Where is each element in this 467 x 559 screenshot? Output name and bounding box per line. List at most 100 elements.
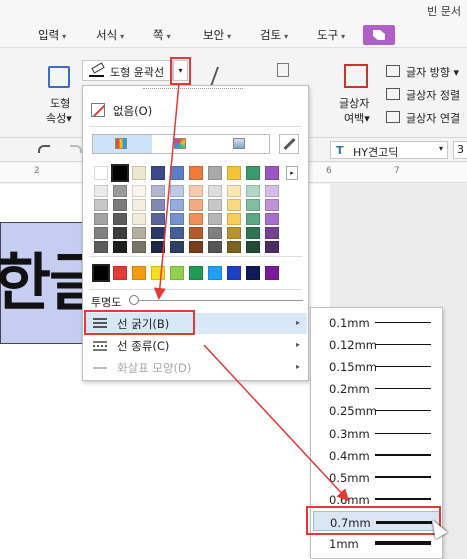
redo-icon[interactable]	[70, 145, 82, 153]
menu-tools[interactable]: 도구 ▾	[317, 27, 345, 43]
thickness-option[interactable]: 0.5mm	[313, 467, 441, 487]
shade-color-swatch[interactable]	[189, 199, 203, 211]
line-outline-button[interactable]: 도형 윤곽선	[82, 60, 173, 81]
standard-color-swatch[interactable]	[246, 266, 260, 280]
popup-grip[interactable]	[143, 88, 243, 91]
eyedropper-icon[interactable]	[279, 134, 299, 154]
tab-image-fill[interactable]	[211, 135, 270, 153]
shade-color-swatch[interactable]	[113, 227, 127, 239]
text-align-icon[interactable]	[386, 88, 400, 100]
shade-color-swatch[interactable]	[246, 185, 260, 197]
standard-color-swatch[interactable]	[113, 266, 127, 280]
shade-color-swatch[interactable]	[227, 241, 241, 253]
thickness-option[interactable]: 0.12mm	[313, 334, 441, 354]
shade-color-swatch[interactable]	[170, 199, 184, 211]
shade-color-swatch[interactable]	[189, 185, 203, 197]
menu-page[interactable]: 쪽 ▾	[153, 27, 171, 43]
shape-props-icon[interactable]	[48, 66, 70, 88]
text-link-label[interactable]: 글상자 연결	[406, 110, 460, 126]
shade-color-swatch[interactable]	[265, 199, 279, 211]
theme-color-swatch[interactable]	[111, 164, 129, 182]
shape-menu-icon[interactable]	[363, 25, 395, 45]
shade-color-swatch[interactable]	[208, 227, 222, 239]
shade-color-swatch[interactable]	[208, 199, 222, 211]
shade-color-swatch[interactable]	[132, 213, 146, 225]
shade-color-swatch[interactable]	[208, 241, 222, 253]
shade-color-swatch[interactable]	[170, 185, 184, 197]
font-size-input[interactable]: 3	[453, 141, 467, 159]
shade-color-swatch[interactable]	[151, 213, 165, 225]
menu-insert[interactable]: 입력 ▾	[38, 27, 66, 43]
shade-color-swatch[interactable]	[170, 227, 184, 239]
shade-color-swatch[interactable]	[189, 241, 203, 253]
shade-color-swatch[interactable]	[189, 227, 203, 239]
theme-color-swatch[interactable]	[151, 166, 165, 180]
font-name-select[interactable]: T HY견고딕 ▾	[330, 141, 448, 159]
tab-color-wheel[interactable]	[152, 135, 211, 153]
text-link-icon[interactable]	[386, 111, 400, 123]
menu-format[interactable]: 서식 ▾	[96, 27, 124, 43]
shade-color-swatch[interactable]	[246, 227, 260, 239]
menu-line-type[interactable]: 선 종류(C) ▸	[85, 335, 307, 356]
thickness-option[interactable]: 0.25mm	[313, 400, 441, 420]
thickness-option[interactable]: 0.3mm	[313, 423, 441, 443]
standard-color-swatch[interactable]	[265, 266, 279, 280]
menu-security[interactable]: 보안 ▾	[203, 27, 231, 43]
shade-color-swatch[interactable]	[113, 199, 127, 211]
shade-color-swatch[interactable]	[227, 199, 241, 211]
theme-color-swatch[interactable]	[94, 166, 108, 180]
shade-color-swatch[interactable]	[94, 199, 108, 211]
shade-color-swatch[interactable]	[227, 185, 241, 197]
shade-color-swatch[interactable]	[151, 199, 165, 211]
tab-theme-palette[interactable]	[93, 135, 152, 153]
shade-color-swatch[interactable]	[265, 227, 279, 239]
thickness-option[interactable]: 1mm	[313, 533, 441, 553]
theme-color-swatch[interactable]	[189, 166, 203, 180]
shade-color-swatch[interactable]	[151, 241, 165, 253]
shade-color-swatch[interactable]	[132, 241, 146, 253]
shade-color-swatch[interactable]	[151, 185, 165, 197]
shade-color-swatch[interactable]	[113, 213, 127, 225]
theme-color-swatch[interactable]	[265, 166, 279, 180]
shade-color-swatch[interactable]	[94, 213, 108, 225]
theme-color-swatch[interactable]	[227, 166, 241, 180]
shade-color-swatch[interactable]	[265, 213, 279, 225]
text-direction-icon[interactable]	[386, 65, 400, 77]
standard-color-swatch[interactable]	[132, 266, 146, 280]
shade-color-swatch[interactable]	[151, 227, 165, 239]
standard-color-swatch[interactable]	[151, 266, 165, 280]
shade-color-swatch[interactable]	[265, 185, 279, 197]
shade-color-swatch[interactable]	[246, 213, 260, 225]
shade-color-swatch[interactable]	[113, 241, 127, 253]
shade-color-swatch[interactable]	[189, 213, 203, 225]
shade-color-swatch[interactable]	[132, 227, 146, 239]
text-align-label[interactable]: 글상자 정렬	[406, 87, 460, 103]
thickness-option[interactable]: 0.1mm	[313, 312, 441, 332]
transparency-slider-knob[interactable]	[129, 295, 139, 305]
standard-color-swatch[interactable]	[170, 266, 184, 280]
shade-color-swatch[interactable]	[94, 241, 108, 253]
shade-color-swatch[interactable]	[246, 199, 260, 211]
shade-color-swatch[interactable]	[246, 241, 260, 253]
standard-color-swatch[interactable]	[189, 266, 203, 280]
standard-color-swatch[interactable]	[208, 266, 222, 280]
shade-color-swatch[interactable]	[132, 185, 146, 197]
text-direction-label[interactable]: 글자 방향 ▾	[406, 64, 459, 80]
shade-color-swatch[interactable]	[265, 241, 279, 253]
shade-color-swatch[interactable]	[208, 213, 222, 225]
shade-color-swatch[interactable]	[94, 185, 108, 197]
undo-icon[interactable]	[38, 145, 50, 153]
transparency-slider-track[interactable]	[133, 300, 303, 301]
standard-color-swatch[interactable]	[227, 266, 241, 280]
theme-color-swatch[interactable]	[132, 166, 146, 180]
shade-color-swatch[interactable]	[94, 227, 108, 239]
thickness-option[interactable]: 0.4mm	[313, 445, 441, 465]
shade-color-swatch[interactable]	[227, 227, 241, 239]
thickness-option[interactable]: 0.2mm	[313, 378, 441, 398]
more-colors-arrow[interactable]: ▸	[286, 166, 298, 180]
theme-color-swatch[interactable]	[170, 166, 184, 180]
theme-color-swatch[interactable]	[246, 166, 260, 180]
thickness-option[interactable]: 0.15mm	[313, 356, 441, 376]
text-margin-icon[interactable]	[344, 64, 368, 88]
shade-color-swatch[interactable]	[208, 185, 222, 197]
